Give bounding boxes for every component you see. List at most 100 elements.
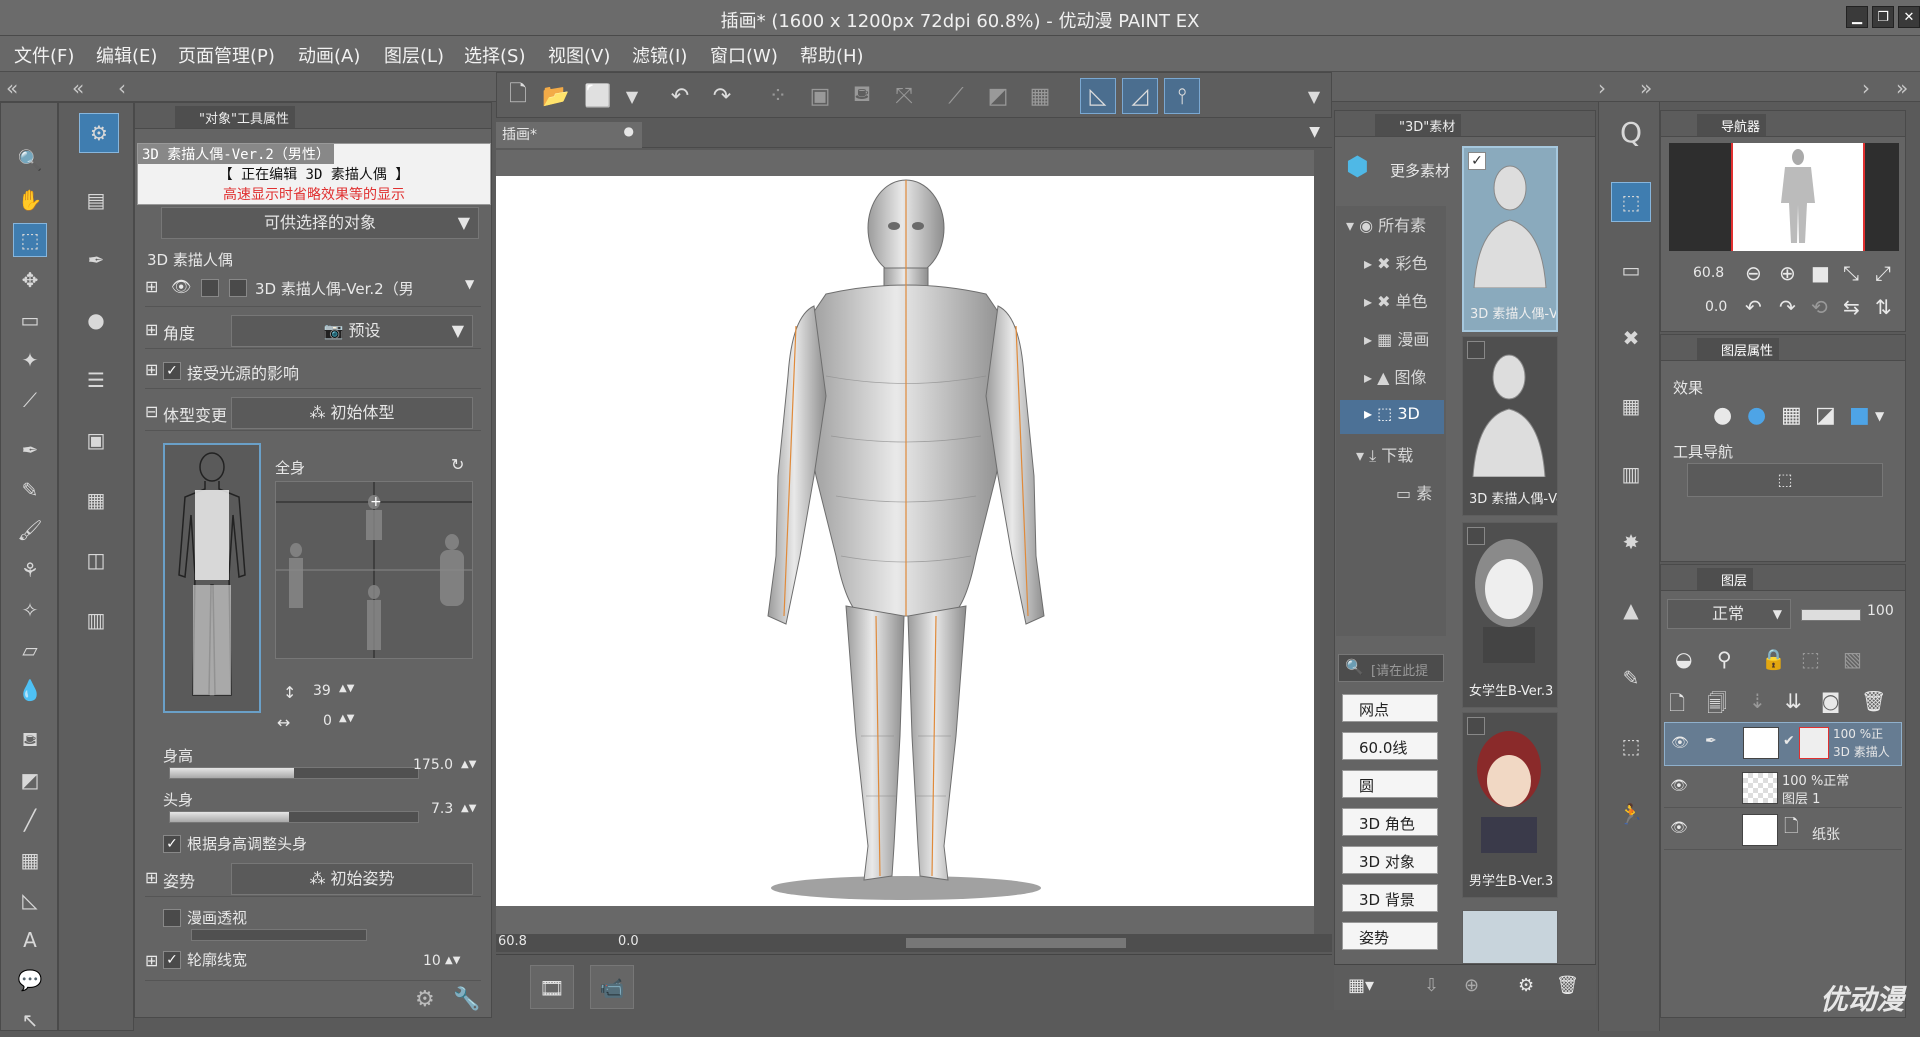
gradient-icon[interactable]: ◩ [13, 763, 47, 797]
adjust-head-checkbox[interactable]: ✓ [163, 835, 181, 853]
subtool-film-icon[interactable]: ▥ [79, 603, 113, 637]
menu-edit[interactable]: 编辑(E) [96, 42, 157, 68]
border-effect-icon[interactable]: ● [1713, 403, 1732, 428]
effect-material-icon[interactable]: ✸ [1611, 522, 1651, 562]
zoom-tool-icon[interactable]: 🔍 [13, 143, 47, 177]
category-image[interactable]: ▸ ▲ 图像 [1364, 364, 1427, 388]
pencil-tool-icon[interactable]: ✎ [13, 473, 47, 507]
subtool-arrange-icon[interactable]: ▤ [79, 183, 113, 217]
minimize-button[interactable]: ▁ [1846, 6, 1868, 28]
menu-page[interactable]: 页面管理(P) [178, 42, 275, 68]
frame-icon[interactable]: ▦ [13, 843, 47, 877]
subtool-sphere-icon[interactable]: ● [79, 303, 113, 337]
layer-color-icon[interactable]: ● [1747, 403, 1766, 428]
object-subtool-icon[interactable]: ⚙ [79, 113, 119, 153]
redo-icon[interactable]: ↷ [704, 78, 740, 114]
tool-nav-button[interactable]: ⬚ [1687, 463, 1883, 497]
color-swatch-icon[interactable]: ■ [1849, 403, 1870, 428]
layer-row-3d[interactable]: 👁 ✒ ✔ 100 %正 3D 素描人 [1664, 722, 1902, 766]
category-download[interactable]: ▾ ⤓ 下载 [1356, 442, 1413, 466]
collapse-icon[interactable]: ⊟ [145, 402, 158, 421]
thumb-checkbox[interactable] [1467, 717, 1485, 735]
lock-checkbox[interactable] [201, 279, 219, 297]
head-ratio-value[interactable]: 7.3 [431, 801, 453, 817]
mask-icon[interactable]: ▧ [1843, 647, 1862, 671]
zoom-out-icon[interactable]: ⊖ [1745, 261, 1762, 285]
expand-icon[interactable]: ⊞ [145, 277, 158, 296]
clip-icon[interactable]: ◒ [1675, 647, 1692, 671]
category-color[interactable]: ▸ ✖ 彩色 [1364, 250, 1428, 274]
3d-object-icon[interactable]: ⬚ [1611, 726, 1651, 766]
wrench-icon[interactable]: 🔧 [453, 987, 480, 1012]
tag-line[interactable]: 60.0线 [1342, 732, 1438, 760]
ruler-icon[interactable]: ◺ [13, 883, 47, 917]
chevron-down-icon[interactable]: ▼ [1309, 124, 1320, 140]
blend-icon[interactable]: 💧 [13, 673, 47, 707]
trash-icon[interactable]: 🗑 [1556, 975, 1579, 996]
layer-row-paper[interactable]: 👁 🗋 纸张 [1664, 810, 1902, 850]
add-material-icon[interactable]: ⊕ [1464, 975, 1479, 996]
expand-icon[interactable]: ⊞ [145, 320, 158, 339]
halftone-icon[interactable]: ▦ [1611, 386, 1651, 426]
spinner-icon[interactable]: ▲▼ [461, 759, 476, 770]
color-material-icon[interactable]: ✖ [1611, 318, 1651, 358]
opacity-slider[interactable] [1801, 609, 1861, 621]
undo-icon[interactable]: ↶ [662, 78, 698, 114]
collapse-left-icon[interactable]: « [72, 76, 84, 100]
settings-icon[interactable]: ⚙ [415, 987, 435, 1012]
navigator-preview[interactable] [1669, 143, 1899, 251]
grid-icon[interactable]: ▦ [1022, 78, 1058, 114]
transfer-down-icon[interactable]: ⇣ [1749, 689, 1766, 713]
eye-icon[interactable]: 👁 [171, 277, 191, 296]
grid-snap-icon[interactable]: ⫯ [1164, 78, 1200, 114]
material-thumb-3[interactable]: 女学生B-Ver.3 [1462, 522, 1558, 708]
pen-tool-icon[interactable]: ✒ [13, 433, 47, 467]
tag-3d-character[interactable]: 3D 角色 [1342, 808, 1438, 836]
navigator-zoom-value[interactable]: 60.8 [1693, 265, 1724, 281]
height-value[interactable]: 175.0 [413, 757, 453, 773]
film-icon[interactable]: 🎞 [530, 965, 574, 1009]
chevron-down-icon[interactable]: ▼ [1875, 409, 1884, 423]
video-camera-icon[interactable]: 📹 [590, 965, 634, 1009]
material-thumb-2[interactable]: 3D 素描人偶-Ver [1462, 336, 1558, 516]
chevron-down-icon[interactable]: ▼ [465, 277, 474, 291]
new-vector-layer-icon[interactable]: 🗐 [1707, 689, 1727, 723]
pose-material-icon[interactable]: 🏃 [1611, 794, 1651, 834]
opacity-value[interactable]: 100 [1867, 603, 1894, 619]
lock-icon[interactable]: 🔒 [1761, 647, 1786, 671]
head-ratio-slider[interactable] [169, 811, 419, 823]
tag-3d-background[interactable]: 3D 背景 [1342, 884, 1438, 912]
selection-tool-icon[interactable]: ▭ [13, 303, 47, 337]
menu-select[interactable]: 选择(S) [464, 42, 525, 68]
3d-drawing-doll-figure[interactable] [496, 176, 1314, 906]
material-thumb-1[interactable]: ✓ 3D 素描人偶-Ver [1462, 146, 1558, 332]
doll-list-row[interactable]: ⊞ 👁 3D 素描人偶-Ver.2（男 ▼ [145, 271, 481, 307]
eye-icon[interactable]: 👁 [1671, 735, 1689, 751]
layer-property-tab[interactable]: 图层属性 [1697, 338, 1780, 360]
menu-animation[interactable]: 动画(A) [298, 42, 360, 68]
tag-circle[interactable]: 圆 [1342, 770, 1438, 798]
zoom-in-icon[interactable]: ⊕ [1779, 261, 1796, 285]
chevron-right-icon[interactable]: › [1862, 76, 1870, 100]
invert-icon[interactable]: ◩ [980, 78, 1016, 114]
outline-checkbox[interactable]: ✓ [163, 951, 181, 969]
manga-material-icon[interactable]: ▥ [1611, 454, 1651, 494]
thumb-checkbox[interactable] [1467, 341, 1485, 359]
layer-mask-icon[interactable]: ◙ [1821, 689, 1840, 713]
collapse-left-icon[interactable]: « [6, 76, 18, 100]
canvas-tab[interactable]: 插画* ● [496, 122, 642, 148]
spinner-icon[interactable]: ▲▼ [339, 683, 354, 694]
eye-icon[interactable]: 👁 [1670, 820, 1688, 836]
fit-view-icon[interactable]: ⤡ [1843, 261, 1859, 285]
eye-icon[interactable]: 👁 [1670, 778, 1688, 794]
tag-3d-object[interactable]: 3D 对象 [1342, 846, 1438, 874]
chevron-right-icon[interactable]: › [1598, 76, 1606, 100]
folder-icon[interactable]: ▭ [1611, 250, 1651, 290]
horizontal-value[interactable]: 0 [323, 713, 332, 729]
spinner-icon[interactable]: ▲▼ [339, 713, 354, 724]
chevron-down-icon[interactable]: ▼ [1296, 78, 1332, 114]
3d-material-icon[interactable]: ⬚ [1611, 182, 1651, 222]
blend-mode-dropdown[interactable]: 正常 ▼ [1667, 599, 1791, 629]
layer-tab[interactable]: 图层 [1697, 568, 1754, 590]
subtool-layers-icon[interactable]: ◫ [79, 543, 113, 577]
